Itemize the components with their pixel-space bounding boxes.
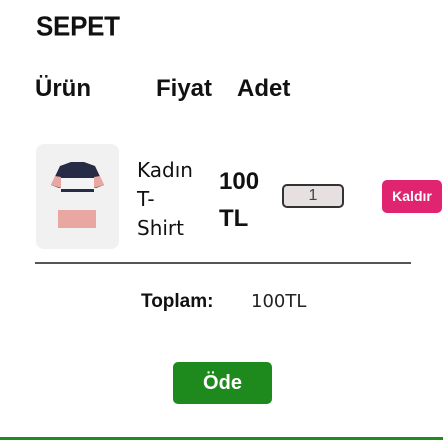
product-name-line: T-: [137, 187, 155, 211]
page-title: SEPET: [36, 10, 120, 42]
divider: [35, 262, 411, 264]
column-header-price: Fiyat: [156, 75, 213, 102]
pay-button[interactable]: Öde: [173, 362, 272, 404]
product-name: Kadın T- Shirt: [137, 156, 199, 243]
quantity-input[interactable]: [282, 184, 344, 208]
column-header-quantity: Adet: [237, 75, 291, 102]
product-name-line: Shirt: [137, 216, 184, 240]
product-price: 100 TL: [219, 163, 259, 237]
bottom-accent-bar: [0, 437, 443, 440]
total-label: Toplam:: [141, 291, 214, 312]
remove-button[interactable]: Kaldır: [382, 180, 442, 213]
product-name-line: Kadın: [137, 158, 193, 182]
tshirt-image-icon: [51, 162, 104, 228]
price-amount: 100: [219, 168, 260, 195]
column-header-product: Ürün: [35, 75, 91, 102]
cart-page: SEPET Ürün Fiyat Adet Kadın T- Shirt 100…: [0, 0, 443, 442]
total-value: 100TL: [251, 291, 307, 312]
product-image: [36, 144, 119, 249]
price-currency: TL: [219, 205, 249, 232]
